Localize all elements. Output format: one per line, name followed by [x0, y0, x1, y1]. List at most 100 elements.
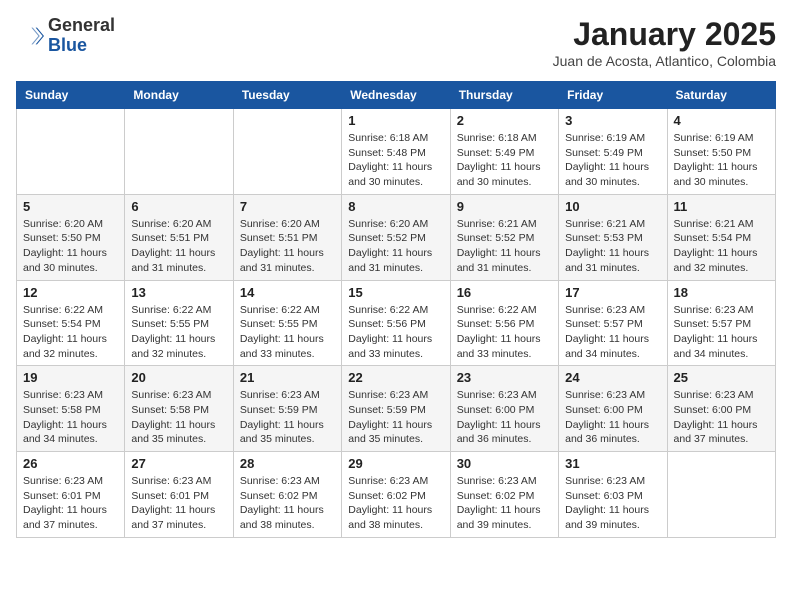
calendar-table: SundayMondayTuesdayWednesdayThursdayFrid… [16, 81, 776, 538]
calendar-cell: 12Sunrise: 6:22 AM Sunset: 5:54 PM Dayli… [17, 280, 125, 366]
day-number: 2 [457, 113, 552, 128]
calendar-cell: 21 Sunrise: 6:23 AM Sunset: 5:59 PM Dayli… [233, 366, 341, 452]
day-number: 22 [348, 370, 443, 385]
day-number: 8 [348, 199, 443, 214]
logo-icon [16, 22, 44, 50]
calendar-cell: 7 Sunrise: 6:20 AM Sunset: 5:51 PM Daylig… [233, 194, 341, 280]
day-number: 29 [348, 456, 443, 471]
weekday-header-tuesday: Tuesday [233, 82, 341, 109]
day-info: Sunrise: 6:23 AM Sunset: 5:58 PM Dayligh… [131, 388, 226, 447]
calendar-week-row: 19Sunrise: 6:23 AM Sunset: 5:58 PM Dayli… [17, 366, 776, 452]
day-number: 23 [457, 370, 552, 385]
month-title: January 2025 [553, 16, 776, 53]
calendar-cell [667, 452, 775, 538]
day-info: Sunrise: 6:23 AM Sunset: 5:57 PM Dayligh… [674, 303, 769, 362]
day-number: 1 [348, 113, 443, 128]
calendar-cell [233, 109, 341, 195]
weekday-header-saturday: Saturday [667, 82, 775, 109]
day-info: Sunrise: 6:19 AM Sunset: 5:50 PM Dayligh… [674, 131, 769, 190]
calendar-cell: 9 Sunrise: 6:21 AM Sunset: 5:52 PM Daylig… [450, 194, 558, 280]
calendar-cell: 5Sunrise: 6:20 AM Sunset: 5:50 PM Daylig… [17, 194, 125, 280]
day-info: Sunrise: 6:23 AM Sunset: 6:02 PM Dayligh… [457, 474, 552, 533]
day-number: 14 [240, 285, 335, 300]
day-number: 26 [23, 456, 118, 471]
day-number: 15 [348, 285, 443, 300]
calendar-week-row: 1 Sunrise: 6:18 AM Sunset: 5:48 PM Daylig… [17, 109, 776, 195]
calendar-cell: 4 Sunrise: 6:19 AM Sunset: 5:50 PM Daylig… [667, 109, 775, 195]
logo-blue: Blue [48, 35, 87, 55]
day-info: Sunrise: 6:23 AM Sunset: 6:02 PM Dayligh… [240, 474, 335, 533]
day-info: Sunrise: 6:18 AM Sunset: 5:48 PM Dayligh… [348, 131, 443, 190]
calendar-cell: 23 Sunrise: 6:23 AM Sunset: 6:00 PM Dayli… [450, 366, 558, 452]
calendar-cell: 31 Sunrise: 6:23 AM Sunset: 6:03 PM Dayli… [559, 452, 667, 538]
calendar-cell: 26 Sunrise: 6:23 AM Sunset: 6:01 PM Dayli… [17, 452, 125, 538]
calendar-cell: 14Sunrise: 6:22 AM Sunset: 5:55 PM Dayli… [233, 280, 341, 366]
day-number: 4 [674, 113, 769, 128]
day-info: Sunrise: 6:20 AM Sunset: 5:52 PM Dayligh… [348, 217, 443, 276]
calendar-cell: 13Sunrise: 6:22 AM Sunset: 5:55 PM Dayli… [125, 280, 233, 366]
day-number: 3 [565, 113, 660, 128]
calendar-cell: 11 Sunrise: 6:21 AM Sunset: 5:54 PM Dayli… [667, 194, 775, 280]
calendar-cell: 19Sunrise: 6:23 AM Sunset: 5:58 PM Dayli… [17, 366, 125, 452]
weekday-header-monday: Monday [125, 82, 233, 109]
day-number: 12 [23, 285, 118, 300]
calendar-cell: 10Sunrise: 6:21 AM Sunset: 5:53 PM Dayli… [559, 194, 667, 280]
calendar-cell [17, 109, 125, 195]
day-info: Sunrise: 6:23 AM Sunset: 6:03 PM Dayligh… [565, 474, 660, 533]
day-info: Sunrise: 6:23 AM Sunset: 6:00 PM Dayligh… [457, 388, 552, 447]
day-info: Sunrise: 6:23 AM Sunset: 6:00 PM Dayligh… [565, 388, 660, 447]
day-number: 21 [240, 370, 335, 385]
day-info: Sunrise: 6:23 AM Sunset: 5:57 PM Dayligh… [565, 303, 660, 362]
day-info: Sunrise: 6:23 AM Sunset: 6:01 PM Dayligh… [23, 474, 118, 533]
calendar-cell [125, 109, 233, 195]
calendar-cell: 30 Sunrise: 6:23 AM Sunset: 6:02 PM Dayli… [450, 452, 558, 538]
calendar-cell: 17 Sunrise: 6:23 AM Sunset: 5:57 PM Dayli… [559, 280, 667, 366]
day-number: 16 [457, 285, 552, 300]
day-number: 10 [565, 199, 660, 214]
day-info: Sunrise: 6:22 AM Sunset: 5:56 PM Dayligh… [348, 303, 443, 362]
day-info: Sunrise: 6:23 AM Sunset: 6:01 PM Dayligh… [131, 474, 226, 533]
day-number: 30 [457, 456, 552, 471]
day-number: 18 [674, 285, 769, 300]
calendar-cell: 15 Sunrise: 6:22 AM Sunset: 5:56 PM Dayli… [342, 280, 450, 366]
day-number: 31 [565, 456, 660, 471]
calendar-cell: 25 Sunrise: 6:23 AM Sunset: 6:00 PM Dayli… [667, 366, 775, 452]
day-info: Sunrise: 6:23 AM Sunset: 5:58 PM Dayligh… [23, 388, 118, 447]
day-number: 27 [131, 456, 226, 471]
calendar-cell: 1 Sunrise: 6:18 AM Sunset: 5:48 PM Daylig… [342, 109, 450, 195]
calendar-cell: 20Sunrise: 6:23 AM Sunset: 5:58 PM Dayli… [125, 366, 233, 452]
day-number: 25 [674, 370, 769, 385]
day-info: Sunrise: 6:23 AM Sunset: 5:59 PM Dayligh… [348, 388, 443, 447]
calendar-body: 1 Sunrise: 6:18 AM Sunset: 5:48 PM Daylig… [17, 109, 776, 538]
day-number: 11 [674, 199, 769, 214]
calendar-header-row: SundayMondayTuesdayWednesdayThursdayFrid… [17, 82, 776, 109]
calendar-cell: 8 Sunrise: 6:20 AM Sunset: 5:52 PM Daylig… [342, 194, 450, 280]
calendar-week-row: 5Sunrise: 6:20 AM Sunset: 5:50 PM Daylig… [17, 194, 776, 280]
calendar-cell: 18 Sunrise: 6:23 AM Sunset: 5:57 PM Dayli… [667, 280, 775, 366]
day-info: Sunrise: 6:20 AM Sunset: 5:51 PM Dayligh… [131, 217, 226, 276]
calendar-cell: 27 Sunrise: 6:23 AM Sunset: 6:01 PM Dayli… [125, 452, 233, 538]
day-info: Sunrise: 6:23 AM Sunset: 6:00 PM Dayligh… [674, 388, 769, 447]
day-number: 13 [131, 285, 226, 300]
day-info: Sunrise: 6:23 AM Sunset: 6:02 PM Dayligh… [348, 474, 443, 533]
day-number: 17 [565, 285, 660, 300]
weekday-header-thursday: Thursday [450, 82, 558, 109]
day-info: Sunrise: 6:19 AM Sunset: 5:49 PM Dayligh… [565, 131, 660, 190]
weekday-header-friday: Friday [559, 82, 667, 109]
day-number: 7 [240, 199, 335, 214]
calendar-cell: 3 Sunrise: 6:19 AM Sunset: 5:49 PM Daylig… [559, 109, 667, 195]
weekday-header-wednesday: Wednesday [342, 82, 450, 109]
calendar-week-row: 12Sunrise: 6:22 AM Sunset: 5:54 PM Dayli… [17, 280, 776, 366]
page-header: General Blue January 2025 Juan de Acosta… [16, 16, 776, 69]
day-info: Sunrise: 6:21 AM Sunset: 5:52 PM Dayligh… [457, 217, 552, 276]
day-info: Sunrise: 6:21 AM Sunset: 5:54 PM Dayligh… [674, 217, 769, 276]
calendar-cell: 22 Sunrise: 6:23 AM Sunset: 5:59 PM Dayli… [342, 366, 450, 452]
logo-general: General [48, 15, 115, 35]
day-info: Sunrise: 6:20 AM Sunset: 5:51 PM Dayligh… [240, 217, 335, 276]
day-info: Sunrise: 6:23 AM Sunset: 5:59 PM Dayligh… [240, 388, 335, 447]
location: Juan de Acosta, Atlantico, Colombia [553, 53, 776, 69]
day-number: 9 [457, 199, 552, 214]
day-info: Sunrise: 6:20 AM Sunset: 5:50 PM Dayligh… [23, 217, 118, 276]
calendar-cell: 29 Sunrise: 6:23 AM Sunset: 6:02 PM Dayli… [342, 452, 450, 538]
title-block: January 2025 Juan de Acosta, Atlantico, … [553, 16, 776, 69]
